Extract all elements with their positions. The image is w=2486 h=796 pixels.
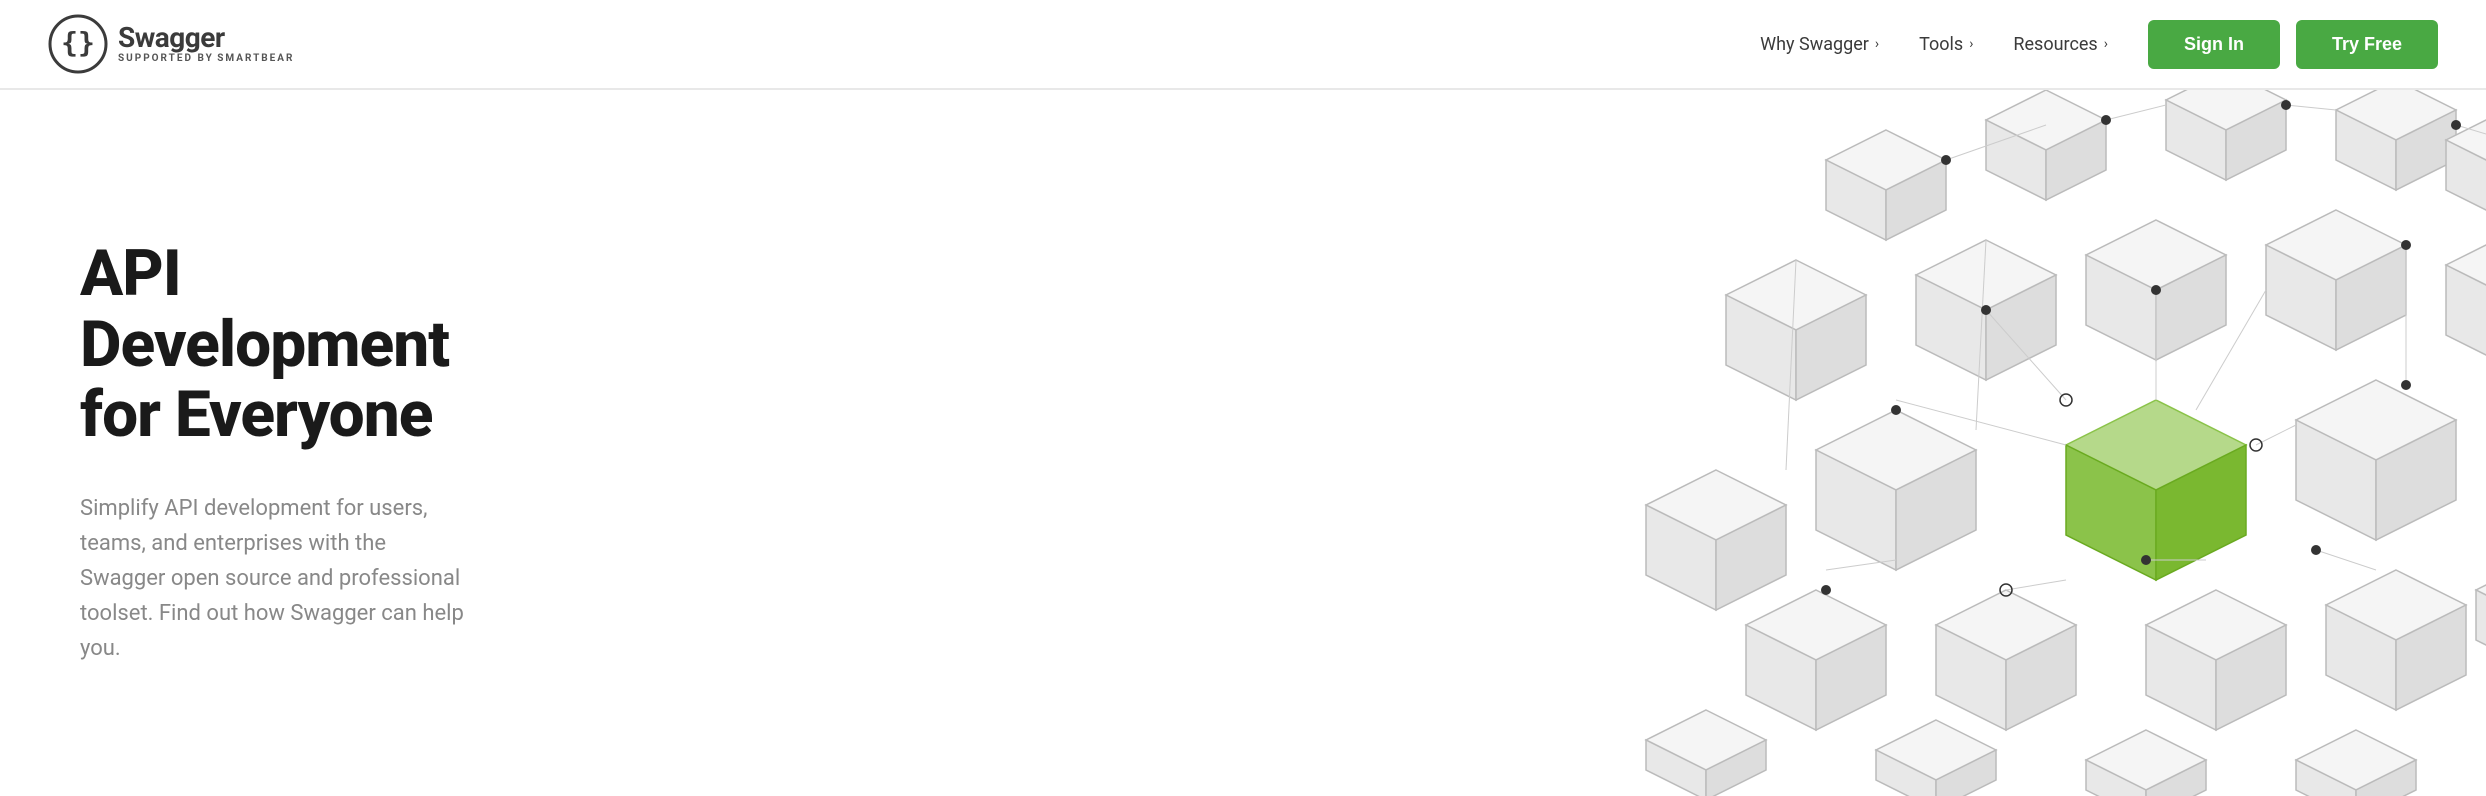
navbar: {} Swagger Supported by SMARTBEAR Why Sw…: [0, 0, 2486, 90]
logo-link[interactable]: {} Swagger Supported by SMARTBEAR: [48, 14, 294, 74]
chevron-icon: ›: [1875, 36, 1879, 52]
smartbear-tagline: Supported by SMARTBEAR: [118, 54, 294, 64]
chevron-icon: ›: [2104, 36, 2108, 52]
nav-item-resources[interactable]: Resources ›: [2013, 34, 2108, 55]
swagger-wordmark: Swagger: [118, 24, 294, 52]
cube-network-graphic: .cube-face-top { fill: #f5f5f5; stroke: …: [1446, 90, 2486, 796]
hero-title: API Development for Everyone: [80, 239, 472, 450]
tryfree-button[interactable]: Try Free: [2296, 20, 2438, 69]
hero-illustration: .cube-face-top { fill: #f5f5f5; stroke: …: [520, 90, 2486, 796]
nav-item-tools[interactable]: Tools ›: [1919, 34, 1973, 55]
hero-section: API Development for Everyone Simplify AP…: [0, 90, 2486, 796]
hero-content: API Development for Everyone Simplify AP…: [0, 90, 520, 796]
chevron-icon: ›: [1969, 36, 1973, 52]
signin-button[interactable]: Sign In: [2148, 20, 2280, 69]
swagger-logo-icon: {}: [48, 14, 108, 74]
svg-text:{}: {}: [61, 26, 95, 59]
nav-links: Why Swagger › Tools › Resources ›: [1760, 34, 2108, 55]
nav-buttons: Sign In Try Free: [2148, 20, 2438, 69]
logo-text: Swagger Supported by SMARTBEAR: [118, 24, 294, 64]
hero-subtitle: Simplify API development for users, team…: [80, 491, 472, 667]
nav-item-why-swagger[interactable]: Why Swagger ›: [1760, 34, 1879, 55]
